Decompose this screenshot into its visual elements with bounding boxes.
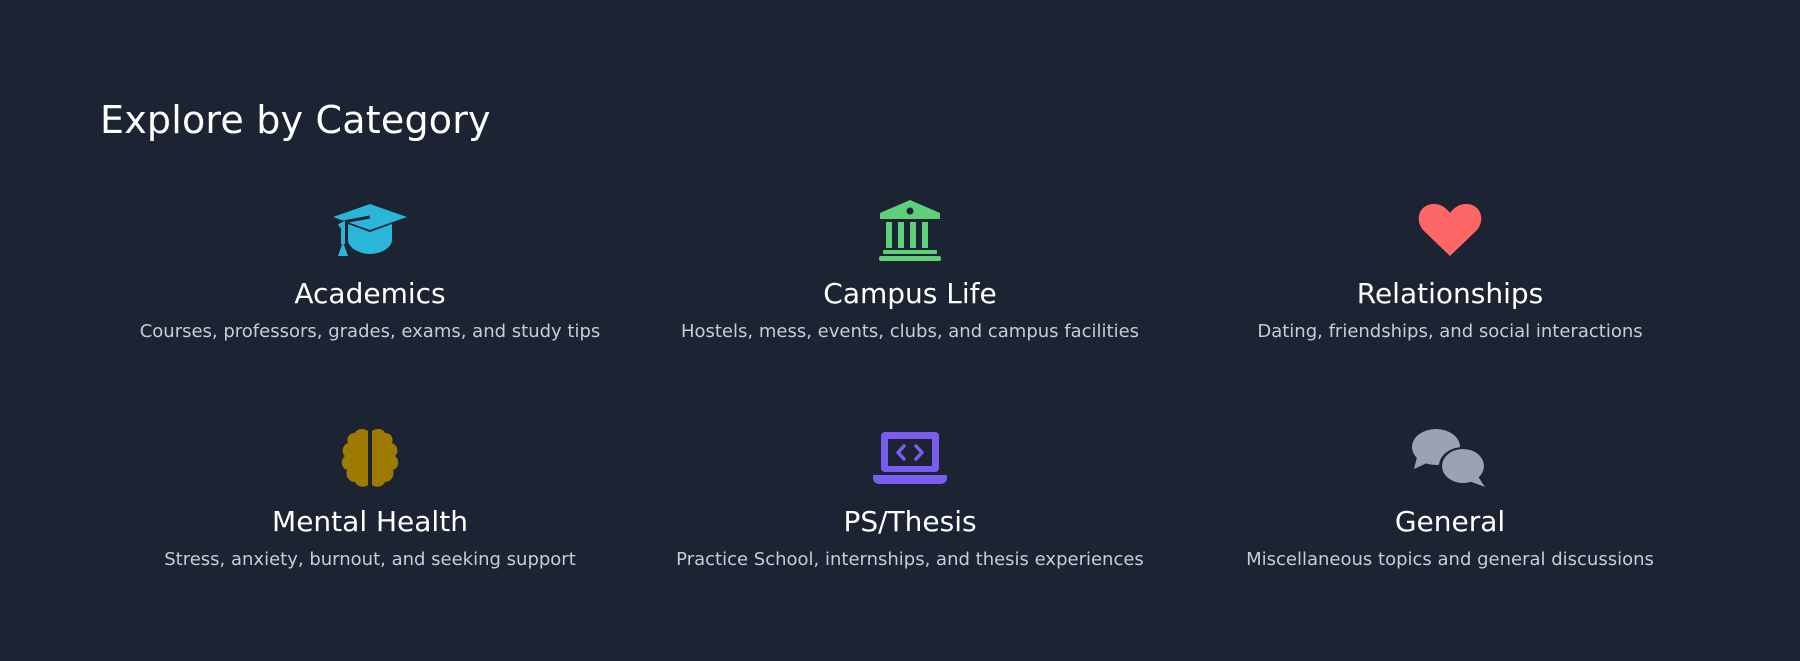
category-title: Campus Life xyxy=(823,277,997,310)
category-description: Hostels, mess, events, clubs, and campus… xyxy=(680,321,1140,342)
category-title: General xyxy=(1394,505,1506,538)
category-card-general[interactable]: General Miscellaneous topics and general… xyxy=(1180,406,1720,601)
category-card-relationships[interactable]: Relationships Dating, friendships, and s… xyxy=(1180,178,1720,373)
category-card-mental-health[interactable]: Mental Health Stress, anxiety, burnout, … xyxy=(100,406,640,601)
explore-by-category-section: Explore by Category Academics Courses, p… xyxy=(0,0,1800,661)
section-title: Explore by Category xyxy=(100,98,491,142)
category-description: Dating, friendships, and social interact… xyxy=(1257,321,1643,342)
graduation-cap-icon xyxy=(331,198,409,262)
category-description: Practice School, internships, and thesis… xyxy=(676,549,1144,570)
building-columns-icon xyxy=(871,198,949,262)
category-description: Courses, professors, grades, exams, and … xyxy=(139,321,601,342)
laptop-code-icon xyxy=(871,426,949,490)
category-card-ps-thesis[interactable]: PS/Thesis Practice School, internships, … xyxy=(640,406,1180,601)
category-grid: Academics Courses, professors, grades, e… xyxy=(100,178,1720,601)
category-description: Stress, anxiety, burnout, and seeking su… xyxy=(164,549,576,570)
category-title: Relationships xyxy=(1356,277,1544,310)
comments-icon xyxy=(1411,426,1489,490)
heart-icon xyxy=(1411,198,1489,262)
category-card-academics[interactable]: Academics Courses, professors, grades, e… xyxy=(100,178,640,373)
category-title: Academics xyxy=(294,277,446,310)
category-title: PS/Thesis xyxy=(843,505,977,538)
category-title: Mental Health xyxy=(272,505,468,538)
brain-icon xyxy=(331,426,409,490)
category-card-campus-life[interactable]: Campus Life Hostels, mess, events, clubs… xyxy=(640,178,1180,373)
category-description: Miscellaneous topics and general discuss… xyxy=(1246,549,1654,570)
